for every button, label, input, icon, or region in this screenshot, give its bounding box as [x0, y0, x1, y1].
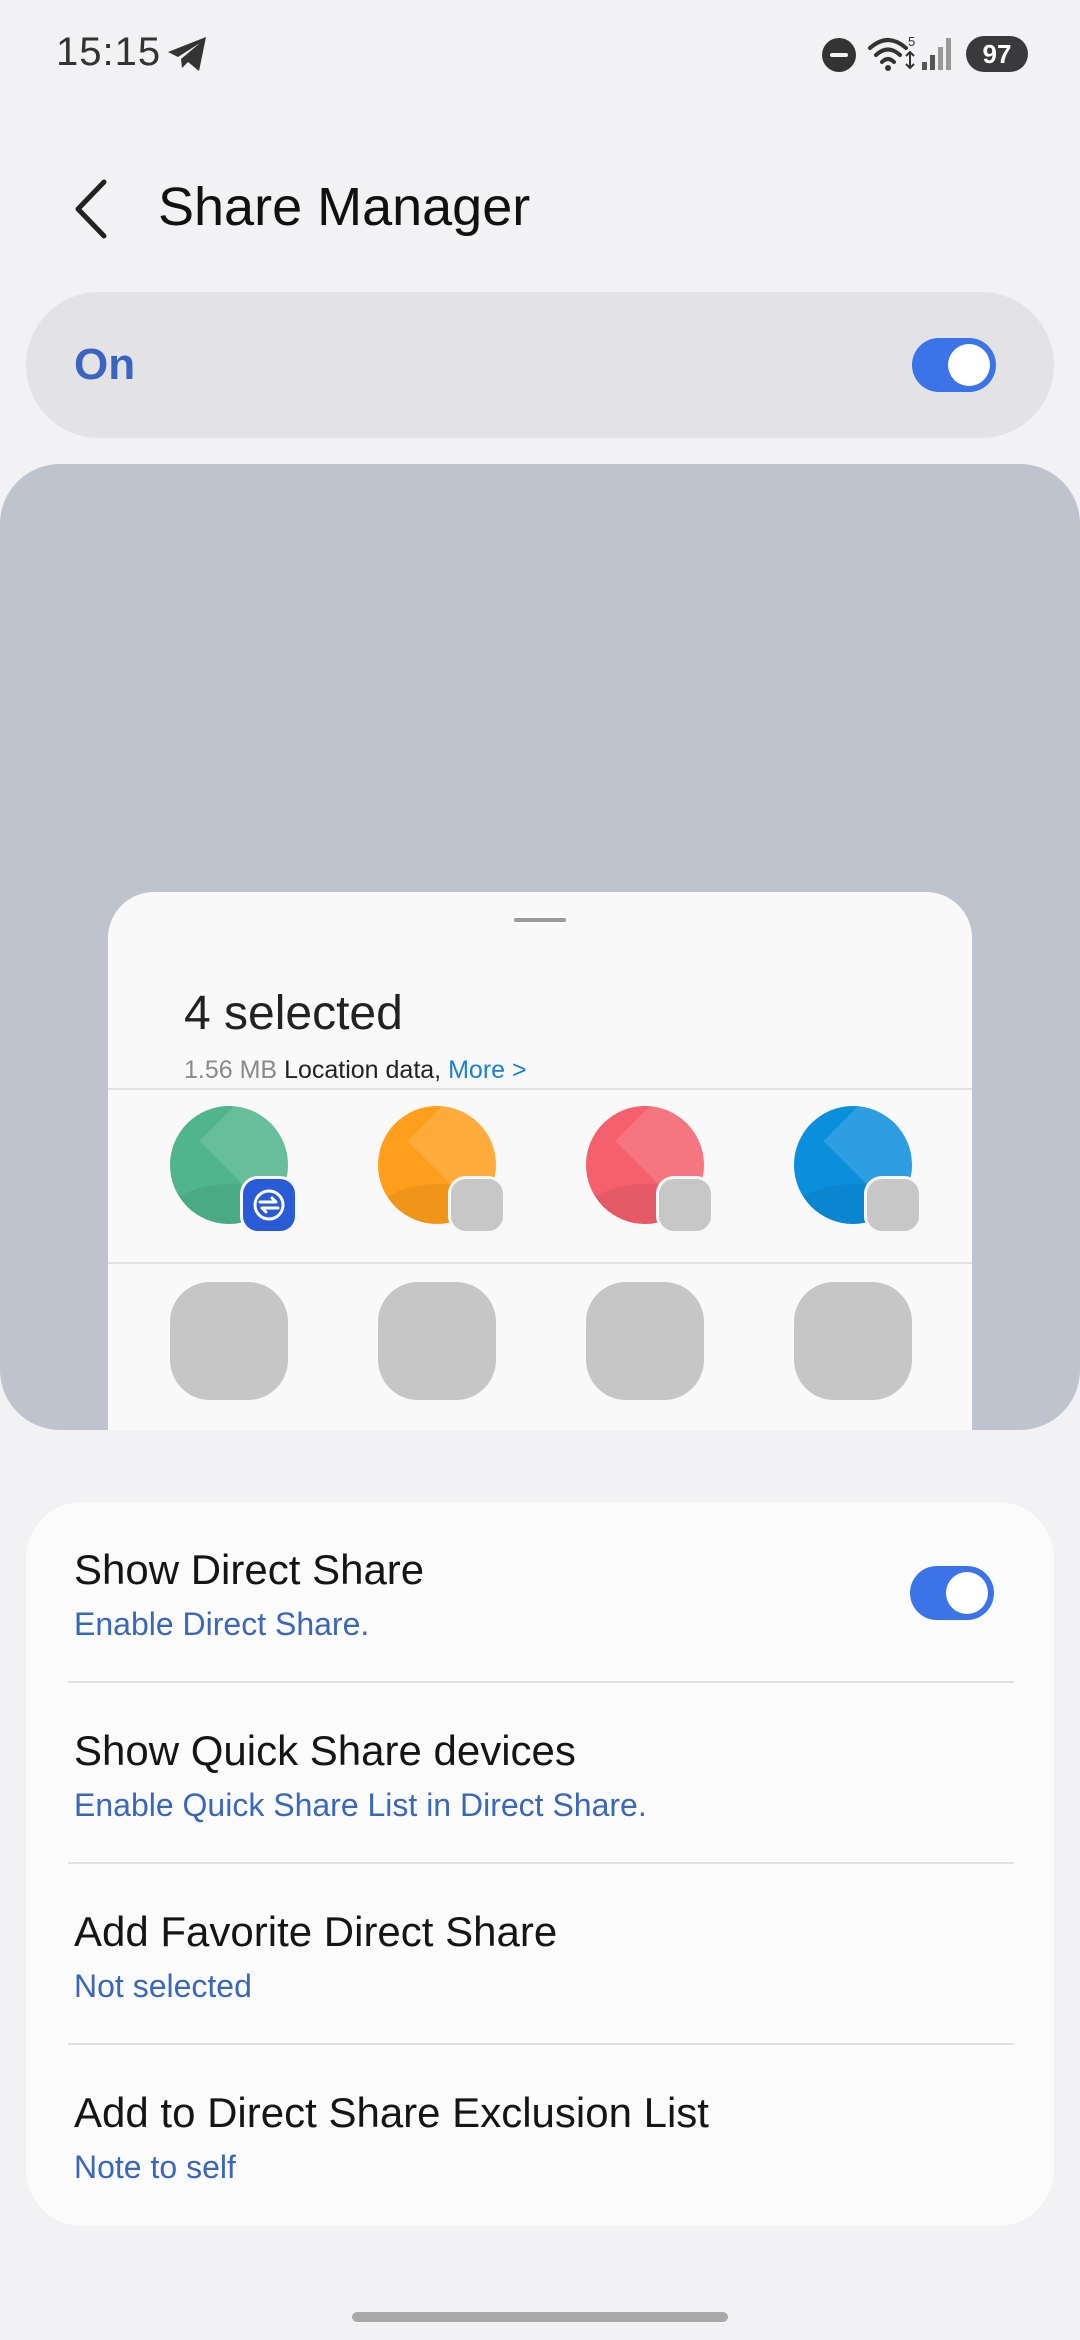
location-data-label: Location data,: [284, 1056, 442, 1084]
setting-row[interactable]: Add to Direct Share Exclusion List Note t…: [26, 2045, 1054, 2226]
setting-subtitle: Note to self: [74, 2149, 236, 2185]
setting-title: Add to Direct Share Exclusion List: [74, 2089, 709, 2136]
telegram-icon: [168, 37, 206, 71]
setting-row[interactable]: Add Favorite Direct Share Not selected: [26, 1864, 1054, 2045]
back-button[interactable]: [66, 176, 116, 242]
quick-share-icon: [240, 1176, 298, 1234]
sheet-divider: [108, 1088, 972, 1090]
sheet-divider: [108, 1262, 972, 1264]
direct-share-target: [794, 1106, 922, 1234]
toggle-knob: [946, 1572, 988, 1614]
setting-subtitle: Enable Quick Share List in Direct Share.: [74, 1787, 647, 1823]
app-placeholder: [170, 1282, 290, 1402]
file-size: 1.56 MB: [184, 1056, 278, 1084]
direct-share-target: [170, 1106, 298, 1234]
setting-row[interactable]: Show Direct Share Enable Direct Share.: [26, 1502, 1054, 1683]
page-title: Share Manager: [158, 177, 531, 237]
app-placeholder: [378, 1282, 498, 1402]
app-icon-placeholder: [794, 1282, 912, 1400]
sheet-subtitle: 1.56 MB Location data, More >: [184, 1056, 527, 1085]
setting-title: Show Quick Share devices: [74, 1727, 576, 1774]
home-indicator: [352, 2312, 728, 2322]
direct-share-target: [586, 1106, 714, 1234]
app-placeholder: [586, 1282, 706, 1402]
app-badge-icon: [448, 1176, 506, 1234]
app-icon-placeholder: [170, 1282, 288, 1400]
master-toggle[interactable]: [912, 338, 996, 392]
more-link: More >: [448, 1056, 527, 1084]
setting-title: Add Favorite Direct Share: [74, 1908, 558, 1955]
app-placeholder: [794, 1282, 914, 1402]
share-sheet-preview: 4 selected 1.56 MB Location data, More >: [0, 464, 1080, 1430]
toggle-knob: [948, 344, 990, 386]
sheet-handle: [514, 918, 566, 922]
setting-subtitle: Not selected: [74, 1968, 252, 2004]
dnd-icon: [822, 38, 856, 72]
sheet-title: 4 selected: [184, 987, 403, 1040]
share-sheet: 4 selected 1.56 MB Location data, More >: [108, 892, 972, 1430]
signal-icon: [922, 38, 951, 70]
master-switch-label: On: [74, 340, 136, 389]
wifi-icon: 5: [868, 34, 915, 71]
direct-share-target: [378, 1106, 506, 1234]
wifi-badge: 5: [908, 34, 915, 49]
battery-indicator: 97: [966, 36, 1028, 72]
setting-row[interactable]: Show Quick Share devices Enable Quick Sha…: [26, 1683, 1054, 1864]
app-icon-placeholder: [378, 1282, 496, 1400]
setting-subtitle: Enable Direct Share.: [74, 1606, 370, 1642]
settings-list: Show Direct Share Enable Direct Share. Sho…: [26, 1502, 1054, 2226]
app-row: [108, 1282, 972, 1412]
status-time: 15:15: [56, 30, 162, 74]
app-icon-placeholder: [586, 1282, 704, 1400]
direct-share-row: [108, 1106, 972, 1236]
status-bar: 15:15 5 97: [0, 0, 1080, 110]
chevron-left-icon: [75, 179, 107, 239]
master-switch-bar[interactable]: On: [26, 292, 1054, 438]
app-badge-icon: [656, 1176, 714, 1234]
app-badge-icon: [864, 1176, 922, 1234]
direct-share-toggle[interactable]: [910, 1566, 994, 1620]
setting-title: Show Direct Share: [74, 1546, 425, 1593]
